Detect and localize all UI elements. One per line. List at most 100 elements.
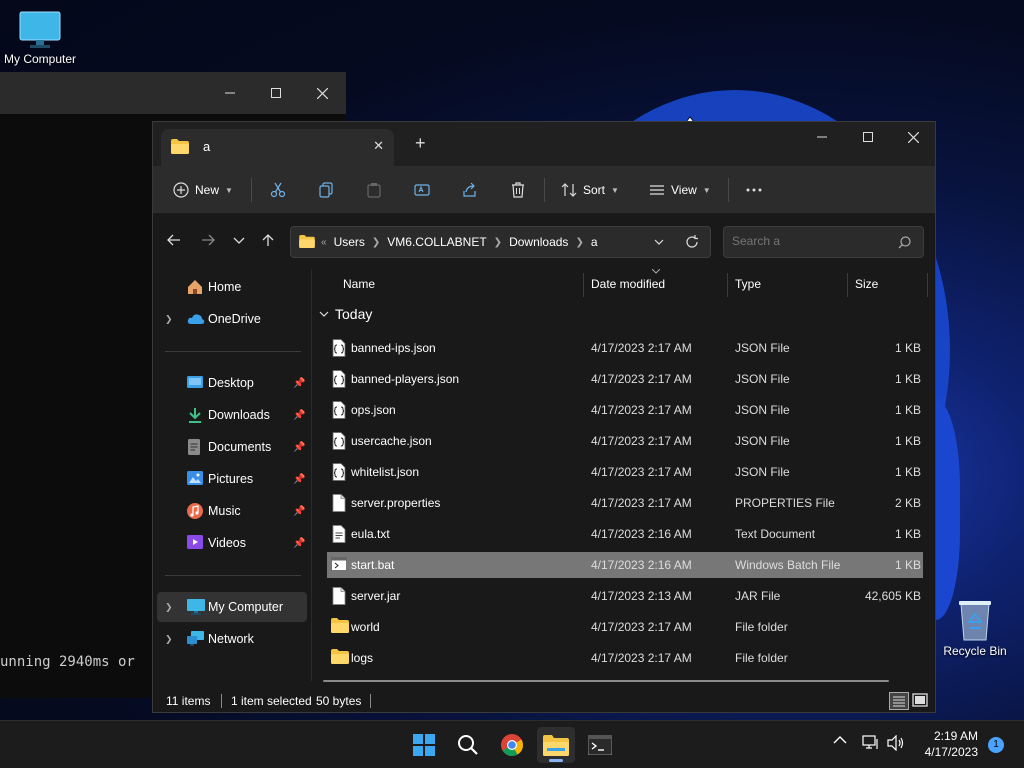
- pane-splitter[interactable]: [311, 269, 312, 681]
- pin-icon[interactable]: 📌: [293, 410, 305, 421]
- cut-button[interactable]: [270, 178, 286, 202]
- delete-button[interactable]: [510, 178, 526, 202]
- file-explorer-icon[interactable]: [537, 727, 575, 763]
- up-icon[interactable]: [261, 233, 275, 247]
- details-view-icon[interactable]: [889, 692, 909, 710]
- recent-locations-icon[interactable]: [233, 233, 245, 247]
- column-divider[interactable]: [927, 273, 928, 297]
- new-tab-icon[interactable]: +: [415, 134, 426, 152]
- tray-overflow-icon[interactable]: [833, 735, 847, 745]
- terminal-icon[interactable]: [581, 727, 619, 763]
- chevron-right-icon[interactable]: ❯: [165, 634, 173, 645]
- pin-icon[interactable]: 📌: [293, 538, 305, 549]
- sort-button[interactable]: Sort ▼: [561, 178, 619, 202]
- file-size: 1 KB: [894, 434, 921, 448]
- notification-badge[interactable]: 1: [988, 737, 1004, 753]
- new-button[interactable]: New ▼: [173, 178, 233, 202]
- sidebar-item-desktop[interactable]: Desktop 📌: [157, 368, 307, 398]
- pin-icon[interactable]: 📌: [293, 474, 305, 485]
- file-row[interactable]: world 4/17/2023 2:17 AM File folder: [327, 614, 923, 640]
- sidebar-item-pictures[interactable]: Pictures 📌: [157, 464, 307, 494]
- column-divider[interactable]: [727, 273, 728, 297]
- cloud-icon: [187, 314, 205, 324]
- file-row[interactable]: banned-ips.json 4/17/2023 2:17 AM JSON Fil…: [327, 335, 923, 361]
- desktop-icon-my-computer[interactable]: My Computer: [0, 10, 80, 66]
- rename-button[interactable]: [414, 178, 430, 202]
- sidebar-item-home[interactable]: Home: [157, 272, 307, 302]
- breadcrumb-user[interactable]: VM6.COLLABNET: [387, 235, 486, 249]
- tab-a[interactable]: a ✕: [161, 129, 394, 166]
- column-header-name[interactable]: Name: [343, 269, 375, 299]
- back-icon[interactable]: [167, 233, 181, 247]
- chrome-icon[interactable]: [493, 727, 531, 763]
- chevron-right-icon[interactable]: ❯: [165, 314, 173, 325]
- column-divider[interactable]: [583, 273, 584, 297]
- minimize-icon[interactable]: [799, 122, 845, 152]
- sidebar-item-downloads[interactable]: Downloads 📌: [157, 400, 307, 430]
- volume-icon[interactable]: [887, 735, 905, 751]
- sidebar-item-my-computer[interactable]: ❯ My Computer: [157, 592, 307, 622]
- column-divider[interactable]: [847, 273, 848, 297]
- sidebar-item-network[interactable]: ❯ Network: [157, 624, 307, 654]
- file-row[interactable]: whitelist.json 4/17/2023 2:17 AM JSON File…: [327, 459, 923, 485]
- refresh-icon[interactable]: [685, 235, 699, 249]
- sidebar-item-videos[interactable]: Videos 📌: [157, 528, 307, 558]
- minimize-icon[interactable]: [207, 72, 253, 114]
- more-options-button[interactable]: [745, 178, 763, 202]
- pin-icon[interactable]: 📌: [293, 442, 305, 453]
- sidebar-item-music[interactable]: Music 📌: [157, 496, 307, 526]
- file-row[interactable]: start.bat 4/17/2023 2:16 AM Windows Batch …: [327, 552, 923, 578]
- file-row[interactable]: usercache.json 4/17/2023 2:17 AM JSON File…: [327, 428, 923, 454]
- address-row: « Users ❯ VM6.COLLABNET ❯ Downloads ❯ a: [153, 215, 935, 269]
- search-input[interactable]: [732, 234, 892, 248]
- close-icon[interactable]: [299, 72, 345, 114]
- breadcrumb: « Users ❯ VM6.COLLABNET ❯ Downloads ❯ a: [321, 235, 598, 249]
- file-row[interactable]: server.properties 4/17/2023 2:17 AM PROPER…: [327, 490, 923, 516]
- search-icon: [898, 236, 911, 249]
- file-name: ops.json: [351, 403, 396, 417]
- forward-icon[interactable]: [201, 233, 215, 247]
- breadcrumb-downloads[interactable]: Downloads: [509, 235, 568, 249]
- pin-icon[interactable]: 📌: [293, 378, 305, 389]
- group-header-today[interactable]: Today: [319, 306, 372, 322]
- column-header-type[interactable]: Type: [735, 269, 761, 299]
- chevron-right-icon[interactable]: ❯: [165, 602, 173, 613]
- copy-button[interactable]: [318, 178, 334, 202]
- chevron-right-icon[interactable]: ❯: [494, 237, 502, 248]
- column-header-size[interactable]: Size: [855, 269, 878, 299]
- maximize-icon[interactable]: [845, 122, 891, 152]
- terminal-titlebar[interactable]: [0, 72, 346, 114]
- close-icon[interactable]: [890, 122, 936, 152]
- view-button[interactable]: View ▼: [649, 178, 711, 202]
- maximize-icon[interactable]: [253, 72, 299, 114]
- horizontal-scrollbar[interactable]: [323, 680, 889, 682]
- start-icon[interactable]: [405, 727, 443, 763]
- tab-close-icon[interactable]: ✕: [373, 138, 384, 154]
- breadcrumb-a[interactable]: a: [591, 235, 598, 249]
- chevron-down-icon[interactable]: [654, 238, 664, 246]
- overflow-chevron-icon[interactable]: «: [321, 237, 327, 248]
- file-row[interactable]: ops.json 4/17/2023 2:17 AM JSON File 1 KB: [327, 397, 923, 423]
- file-row[interactable]: logs 4/17/2023 2:17 AM File folder: [327, 645, 923, 671]
- search-icon[interactable]: [449, 727, 487, 763]
- sidebar-item-onedrive[interactable]: ❯ OneDrive: [157, 304, 307, 334]
- file-row[interactable]: eula.txt 4/17/2023 2:16 AM Text Document 1 …: [327, 521, 923, 547]
- share-button[interactable]: [462, 178, 478, 202]
- search-box[interactable]: [723, 226, 924, 258]
- address-bar[interactable]: « Users ❯ VM6.COLLABNET ❯ Downloads ❯ a: [290, 226, 711, 258]
- large-icons-view-icon[interactable]: [911, 692, 931, 710]
- chevron-right-icon[interactable]: ❯: [372, 237, 380, 248]
- toolbar-divider: [728, 178, 729, 202]
- file-row[interactable]: server.jar 4/17/2023 2:13 AM JAR File 42,60…: [327, 583, 923, 609]
- chevron-right-icon[interactable]: ❯: [575, 237, 583, 248]
- file-explorer-window[interactable]: a ✕ + New ▼ Sort ▼ View ▼ « Users ❯ VM6.…: [152, 121, 936, 713]
- pin-icon[interactable]: 📌: [293, 506, 305, 517]
- json-file-icon: [331, 463, 347, 481]
- network-status-icon[interactable]: [862, 735, 880, 751]
- clock[interactable]: 2:19 AM 4/17/2023: [925, 728, 978, 760]
- desktop-icon-recycle-bin[interactable]: Recycle Bin: [935, 598, 1015, 658]
- sidebar-item-documents[interactable]: Documents 📌: [157, 432, 307, 462]
- breadcrumb-users[interactable]: Users: [334, 235, 365, 249]
- file-row[interactable]: banned-players.json 4/17/2023 2:17 AM JSON…: [327, 366, 923, 392]
- paste-button[interactable]: [366, 178, 382, 202]
